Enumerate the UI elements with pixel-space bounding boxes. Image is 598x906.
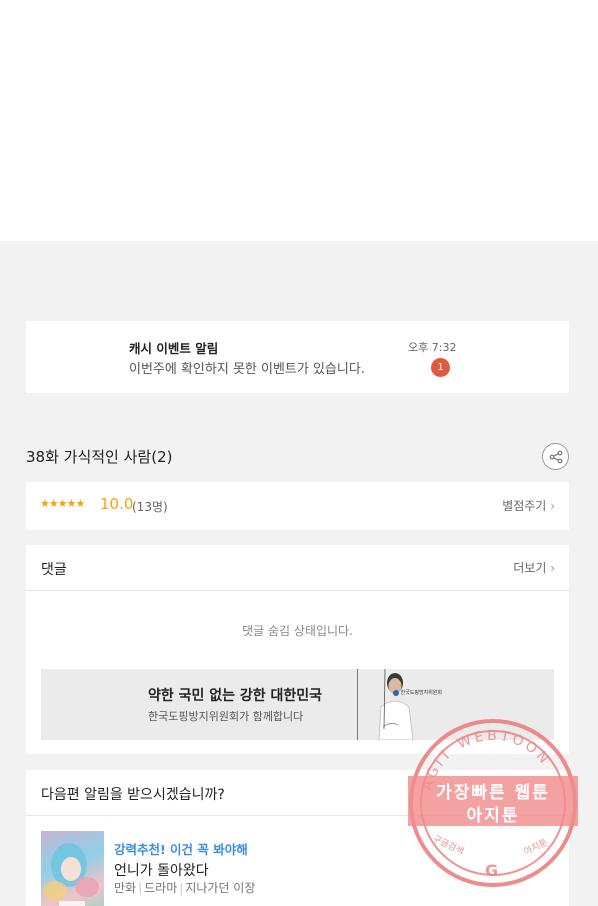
comments-hidden-message: 댓글 숨김 상태입니다. (242, 624, 353, 638)
rating-votes: (13명) (132, 500, 168, 514)
chevron-right-icon: › (550, 499, 555, 513)
cash-event-notification[interactable]: 캐시 이벤트 알림 이번주에 확인하지 못한 이벤트가 있습니다. 오후 7:3… (26, 321, 569, 393)
rate-button[interactable]: 별점주기 › (502, 497, 555, 514)
rating-card: ★★★★★ 10.0 (13명) 별점주기 › (26, 482, 569, 530)
rating-stars: ★★★★★ (40, 497, 85, 510)
share-button[interactable] (542, 443, 569, 470)
comments-title: 댓글 (41, 562, 67, 578)
rate-button-label: 별점주기 (502, 499, 547, 513)
ad-divider (357, 669, 358, 740)
recommend-genre-2: 드라마 (144, 881, 178, 895)
notification-message: 이번주에 확인하지 못한 이벤트가 있습니다. (129, 362, 365, 377)
chevron-right-icon: › (550, 561, 555, 575)
watermark-band: 가장빠른 웹툰 아지툰 (408, 776, 578, 826)
kada-logo-icon (393, 689, 399, 696)
recommend-title[interactable]: 언니가 돌아왔다 (114, 860, 209, 880)
notification-title: 캐시 이벤트 알림 (129, 341, 219, 356)
episode-title: 38화 가식적인 사람(2) (26, 448, 173, 466)
next-episode-question: 다음편 알림을 받으시겠습니까? (41, 787, 225, 803)
content-blank-area (0, 0, 598, 241)
comments-more-label: 더보기 (513, 561, 547, 575)
watermark-line1: 가장빠른 웹툰 (436, 783, 550, 803)
recommend-thumbnail-art (43, 843, 99, 906)
recommend-tag: 강력추천! 이건 꼭 봐야해 (114, 842, 248, 857)
rating-score: 10.0 (100, 495, 134, 513)
notification-time: 오후 7:32 (408, 341, 457, 354)
recommend-author: 지나가던 이장 (185, 881, 256, 895)
recommend-thumbnail[interactable] (41, 831, 104, 906)
google-logo-icon: G (485, 861, 499, 880)
ad-subline: 한국도핑방지위원회가 함께합니다 (148, 710, 304, 723)
meta-divider: | (138, 881, 143, 895)
recommend-meta: 만화 | 드라마 | 지나가던 이장 (114, 879, 255, 896)
ad-logo: 한국도핑방지위원회 (393, 689, 442, 696)
share-icon (549, 450, 562, 463)
comments-more-button[interactable]: 더보기 › (513, 559, 555, 576)
ad-headline: 약한 국민 없는 강한 대한민국 (148, 688, 323, 704)
recommend-genre-1: 만화 (114, 881, 137, 895)
ad-logo-text: 한국도핑방지위원회 (400, 690, 442, 696)
watermark-line2: 아지툰 (466, 806, 520, 826)
notification-badge: 1 (431, 358, 450, 377)
comments-header: 댓글 더보기 › (26, 545, 569, 591)
